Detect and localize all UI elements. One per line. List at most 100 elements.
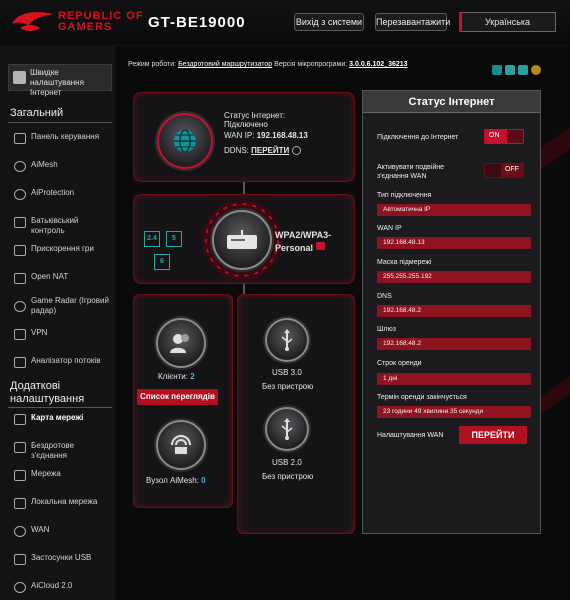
sidebar-item-aiprotection[interactable]: AiProtection — [8, 181, 112, 207]
rog-logo-icon — [12, 12, 54, 31]
sidebar-item-game-boost[interactable]: Прискорення гри — [8, 237, 112, 263]
dns-label: DNS — [377, 293, 392, 300]
wan-settings-button[interactable]: ПЕРЕЙТИ — [459, 426, 527, 444]
connector-line — [243, 284, 245, 294]
sidebar-item-label: Бездротове з'єднання — [31, 441, 75, 460]
sidebar-item-vpn[interactable]: VPN — [8, 321, 112, 347]
lease-end-label: Термін оренди закінчується — [377, 394, 467, 401]
lan-icon — [14, 498, 26, 509]
lease-value: 1 дні — [377, 373, 531, 385]
header: REPUBLIC OF GAMERS GT-BE19000 Вихід з си… — [0, 0, 570, 46]
settings-status-icon[interactable] — [531, 65, 541, 75]
conn-type-value: Автоматична IP — [377, 204, 531, 216]
band-5g-icon[interactable]: 5 — [166, 231, 182, 247]
sidebar-item-label: Game Radar (Ігровий радар) — [31, 296, 109, 315]
aimesh-node-icon — [171, 435, 191, 454]
usb2-status: Без пристрою — [262, 472, 314, 481]
mode-link[interactable]: Бездротовий маршрутизатор — [178, 61, 272, 68]
wan-ip-label: WAN IP: — [224, 131, 255, 140]
usb2-label: USB 2.0 — [272, 458, 302, 467]
wan-icon — [14, 526, 26, 537]
sidebar-item-label: Батьківський контроль — [31, 216, 79, 235]
shield-icon — [14, 189, 26, 200]
toggle-on-text: ON — [489, 132, 500, 139]
sidebar-item-label: Карта мережі — [31, 413, 84, 422]
sidebar-item-label: Open NAT — [31, 272, 69, 281]
reboot-button[interactable]: Перезавантажити — [375, 13, 450, 31]
aimesh-icon — [14, 161, 26, 172]
sidebar-item-label: AiProtection — [31, 188, 75, 197]
nat-icon — [14, 273, 26, 284]
system-info: Режим роботи: Бездротовий маршрутизатор … — [128, 61, 408, 68]
band-6g-icon[interactable]: 6 — [154, 254, 170, 270]
quick-setup-button[interactable]: Швидке налаштування Інтернет — [8, 64, 112, 97]
sidebar-item-label: Локальна мережа — [31, 497, 98, 506]
lease-end-value: 23 години 49 хвилини 35 секунди — [377, 406, 531, 418]
ddns-link[interactable]: ПЕРЕЙТИ — [251, 146, 289, 155]
dual-wan-label: Активувати подвійне з'єднання WAN — [377, 164, 444, 180]
sidebar-item-wan[interactable]: WAN — [8, 518, 112, 544]
usb-icon — [281, 329, 293, 351]
aimesh-node-label: Вузол AiMesh: — [146, 476, 199, 485]
dashboard-icon — [14, 133, 26, 144]
gateway-label: Шлюз — [377, 326, 396, 333]
gateway-value: 192.168.48.2 — [377, 338, 531, 350]
mask-value: 255.255.255.192 — [377, 271, 531, 283]
lock-icon — [316, 242, 325, 250]
clients-label: Клієнти: — [158, 372, 188, 381]
users-icon — [170, 334, 189, 353]
toggle-off-text: OFF — [505, 166, 519, 173]
wifi-status-icon[interactable] — [518, 65, 528, 75]
sidebar-item-game-radar[interactable]: Game Radar (Ігровий радар) — [8, 293, 112, 319]
sidebar-item-aimesh[interactable]: AiMesh — [8, 153, 112, 179]
usb2-button[interactable] — [265, 407, 309, 451]
sidebar-item-traffic-analyzer[interactable]: Аналізатор потоків — [8, 349, 112, 375]
connector-line — [243, 182, 245, 194]
aimesh-node-count: Вузол AiMesh: 0 — [146, 476, 206, 485]
usb-apps-icon — [14, 554, 26, 565]
sidebar-item-open-nat[interactable]: Open NAT — [8, 265, 112, 291]
ddns: DDNS: ПЕРЕЙТИ — [224, 146, 301, 156]
ddns-label: DDNS: — [224, 146, 249, 155]
toggle-knob — [507, 130, 523, 143]
firmware-link[interactable]: 3.0.0.6.102_36213 — [349, 61, 407, 68]
connection-toggle[interactable]: ON — [484, 129, 524, 144]
sidebar-item-usb-apps[interactable]: Застосунки USB — [8, 546, 112, 572]
usb3-status: Без пристрою — [262, 382, 314, 391]
sidebar-item-label: VPN — [31, 328, 48, 337]
sidebar-item-parental[interactable]: Батьківський контроль — [8, 209, 112, 235]
usb3-button[interactable] — [265, 318, 309, 362]
sidebar-item-network[interactable]: Мережа — [8, 462, 112, 488]
sidebar-item-dashboard[interactable]: Панель керування — [8, 125, 112, 151]
guest-status-icon[interactable] — [505, 65, 515, 75]
band-2g-icon[interactable]: 2.4 — [144, 231, 160, 247]
sidebar-item-label: Застосунки USB — [31, 553, 92, 562]
usb-status-icon[interactable] — [492, 65, 502, 75]
sidebar-item-lan[interactable]: Локальна мережа — [8, 490, 112, 516]
internet-globe-button[interactable] — [157, 113, 213, 169]
mode-label: Режим роботи: — [128, 61, 177, 68]
aimesh-node-button[interactable] — [156, 420, 206, 470]
wan-ip-value: 192.168.48.13 — [377, 237, 531, 249]
internet-status-panel: Статус Інтернет Підключення до Інтернет … — [362, 90, 541, 534]
router-button[interactable] — [212, 210, 272, 270]
usb-icon — [281, 418, 293, 440]
client-list-button[interactable]: Список переглядів — [137, 389, 218, 405]
status-icons — [492, 62, 544, 80]
settings-gear-icon[interactable] — [291, 146, 301, 156]
logout-button[interactable]: Вихід з системи — [294, 13, 364, 31]
section-advanced-title: Додаткові налаштування — [10, 380, 85, 405]
brand: REPUBLIC OF GAMERS — [58, 11, 144, 33]
firmware-label: Версія мікропрограми: — [274, 61, 348, 68]
clients-button[interactable] — [156, 318, 206, 368]
sidebar-item-wireless[interactable]: Бездротове з'єднання — [8, 434, 112, 460]
dual-wan-toggle[interactable]: OFF — [484, 163, 524, 178]
brand-line2: GAMERS — [58, 21, 113, 33]
game-boost-icon — [14, 245, 26, 256]
sidebar-item-network-map[interactable]: Карта мережі — [8, 406, 112, 432]
language-select[interactable]: Українська — [459, 12, 556, 32]
section-general-title: Загальний — [10, 107, 64, 119]
cloud-icon — [14, 582, 26, 593]
sidebar-item-aicloud[interactable]: AiCloud 2.0 — [8, 574, 112, 600]
wifi-icon — [14, 442, 26, 453]
